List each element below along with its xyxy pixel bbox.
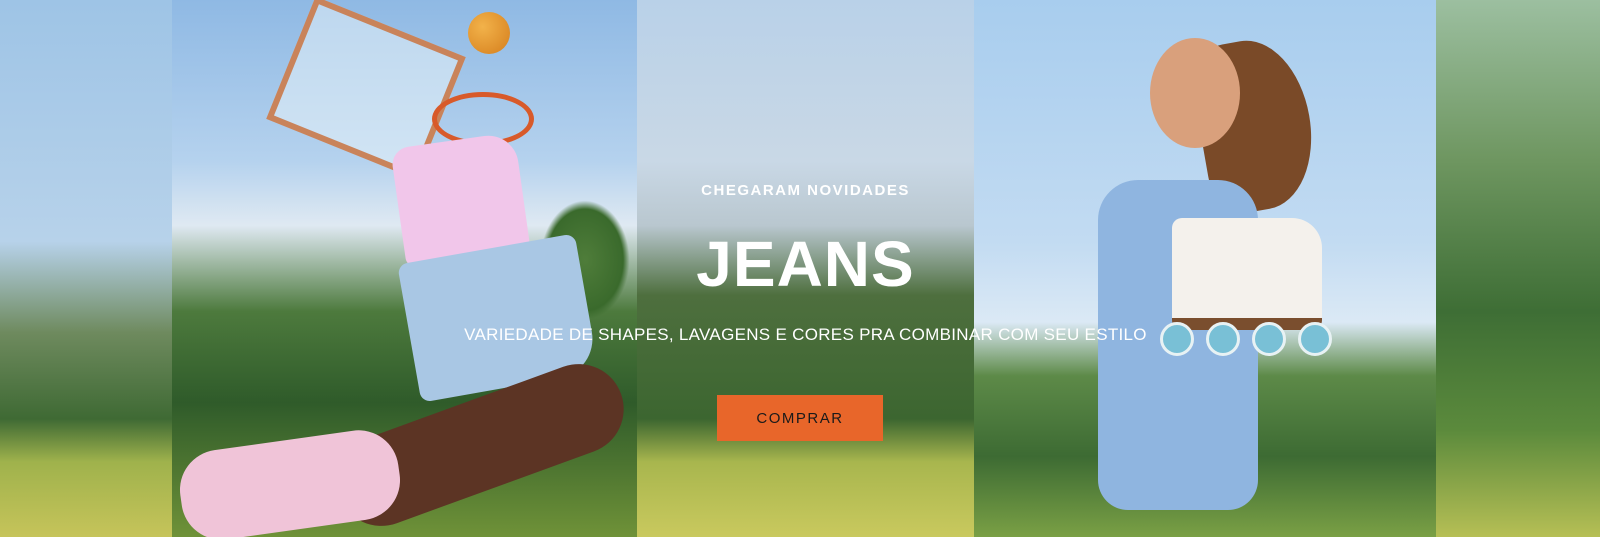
basketball bbox=[468, 12, 510, 54]
woman-head bbox=[1150, 38, 1240, 148]
buy-button[interactable]: COMPRAR bbox=[717, 395, 883, 441]
background-blur-right bbox=[1436, 0, 1600, 537]
banner-content: CHEGARAM NOVIDADES JEANS VARIEDADE DE SH… bbox=[464, 0, 1147, 537]
subtitle: VARIEDADE DE SHAPES, LAVAGENS E CORES PR… bbox=[464, 325, 1147, 344]
roller-skate bbox=[1172, 218, 1322, 330]
headline: JEANS bbox=[696, 228, 915, 300]
eyebrow-text: CHEGARAM NOVIDADES bbox=[701, 182, 910, 199]
skate-wheels bbox=[1160, 322, 1350, 356]
hero-banner: CHEGARAM NOVIDADES JEANS VARIEDADE DE SH… bbox=[0, 0, 1600, 537]
background-blur-left bbox=[0, 0, 172, 537]
